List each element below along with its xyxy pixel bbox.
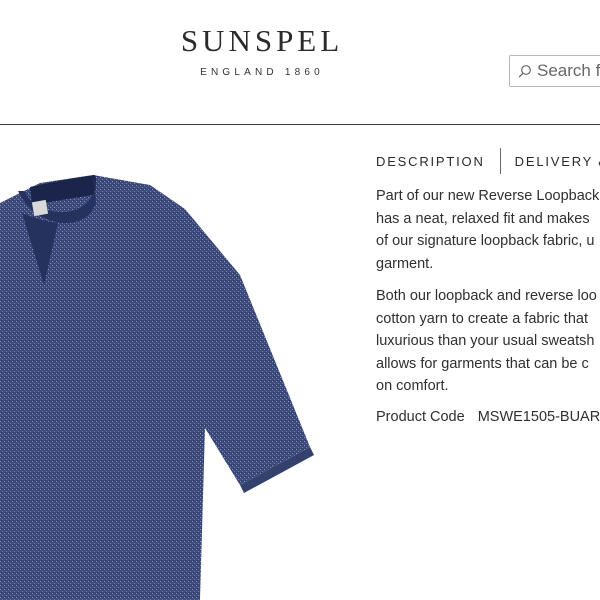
site-header: SUNSPEL ENGLAND 1860 — [0, 0, 600, 125]
product-code-label: Product Code — [376, 409, 465, 425]
product-description: Part of our new Reverse Loopback has a n… — [376, 185, 600, 408]
tab-divider — [499, 148, 501, 174]
description-line: garment. — [376, 255, 434, 272]
product-page: SUNSPEL ENGLAND 1860 Search f DESCRIPTIO… — [0, 0, 600, 600]
logo-wordmark: SUNSPEL — [180, 23, 344, 58]
tab-delivery[interactable]: DELIVERY & — [515, 154, 600, 169]
description-line: luxurious than your usual sweatsh — [376, 333, 595, 349]
product-image[interactable] — [0, 125, 345, 600]
product-code: Product Code MSWE1505-BUAR — [376, 409, 600, 425]
brand-logo[interactable]: SUNSPEL ENGLAND 1860 — [160, 23, 360, 79]
description-paragraph: Both our loopback and reverse loo cotton… — [376, 285, 600, 398]
description-line: on comfort. — [376, 378, 449, 394]
search-icon — [518, 64, 532, 78]
description-line: allows for garments that can be c — [376, 355, 589, 372]
description-paragraph: Part of our new Reverse Loopback has a n… — [376, 185, 600, 275]
description-line: has a neat, relaxed fit and makes — [376, 210, 590, 227]
details-tabs: DESCRIPTION DELIVERY & — [376, 147, 600, 175]
tab-description[interactable]: DESCRIPTION — [376, 154, 485, 169]
logo-tagline: ENGLAND 1860 — [200, 67, 324, 78]
description-line: Both our loopback and reverse loo — [376, 288, 597, 304]
product-code-value: MSWE1505-BUAR — [477, 409, 600, 425]
description-line: Part of our new Reverse Loopback — [376, 188, 600, 204]
description-line: cotton yarn to create a fabric that — [376, 310, 588, 327]
search-box[interactable] — [509, 55, 600, 87]
description-line: of our signature loopback fabric, u — [376, 233, 595, 249]
search-input[interactable] — [537, 61, 600, 81]
